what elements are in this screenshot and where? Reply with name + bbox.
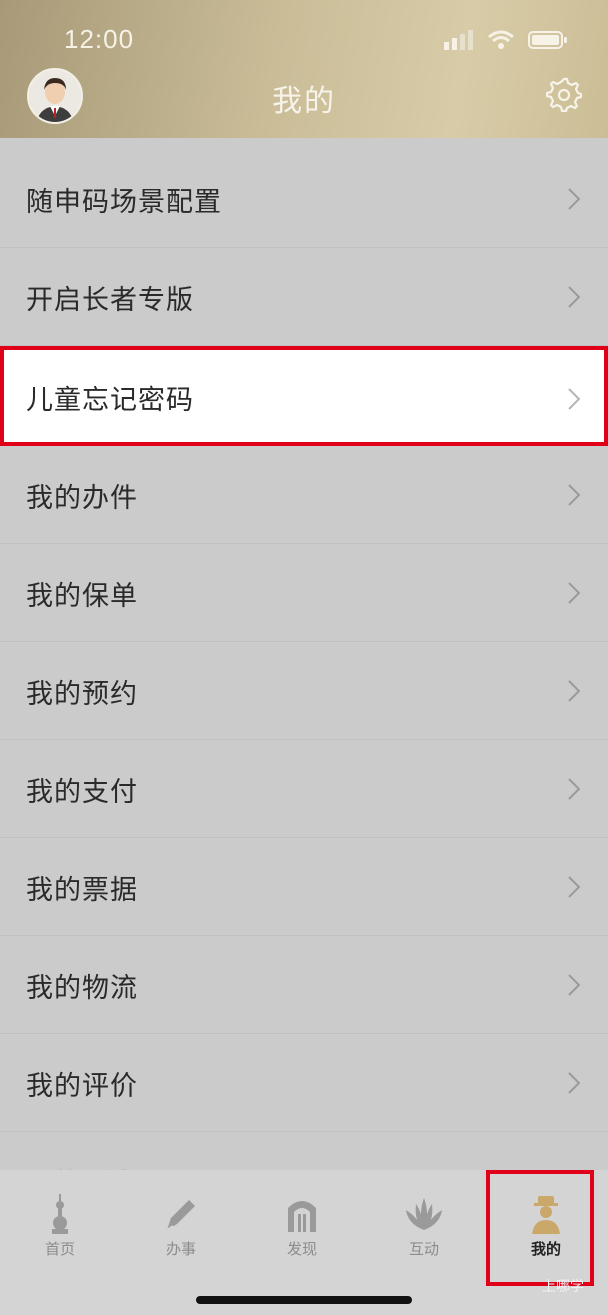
home-indicator xyxy=(196,1296,412,1304)
chevron-right-icon xyxy=(568,1072,580,1094)
tab-label: 办事 xyxy=(165,1240,196,1258)
tab-label: 发现 xyxy=(286,1240,317,1258)
chevron-right-icon xyxy=(568,188,580,210)
app-header: 12:00 我的 xyxy=(0,0,608,138)
menu-item-elder-mode[interactable]: 开启长者专版 xyxy=(0,248,608,346)
page-title: 我的 xyxy=(272,84,336,119)
menu-item-label: 我的物流 xyxy=(26,973,138,1004)
menu-item-child-forgot-password[interactable]: 儿童忘记密码 xyxy=(0,346,608,446)
menu-item-label: 我的办件 xyxy=(26,483,138,514)
watermark: 上哪学 xyxy=(542,1279,584,1295)
menu-item-label: 我的评价 xyxy=(26,1071,138,1102)
menu-list: 随申码场景配置 开启长者专版 儿童忘记密码 我的办件 我的保单 我的预约 我的支… xyxy=(0,150,608,1230)
chevron-right-icon xyxy=(568,484,580,506)
tab-label: 互动 xyxy=(408,1240,439,1258)
tab-interact[interactable]: 互动 xyxy=(374,1194,474,1259)
tab-discover[interactable]: 发现 xyxy=(252,1194,352,1259)
menu-item-my-affairs[interactable]: 我的办件 xyxy=(0,446,608,544)
bottom-tab-bar: 首页 办事 发现 互动 我的 xyxy=(0,1170,608,1315)
status-time: 12:00 xyxy=(64,24,135,54)
menu-item-my-policies[interactable]: 我的保单 xyxy=(0,544,608,642)
battery-icon xyxy=(528,31,567,49)
menu-item-label: 儿童忘记密码 xyxy=(26,385,194,416)
tower-icon xyxy=(52,1194,68,1234)
magnolia-icon xyxy=(406,1198,442,1230)
menu-item-my-reviews[interactable]: 我的评价 xyxy=(0,1034,608,1132)
arch-icon xyxy=(288,1201,316,1232)
chevron-right-icon xyxy=(568,680,580,702)
settings-gear-icon[interactable] xyxy=(546,76,582,112)
chevron-right-icon xyxy=(568,778,580,800)
menu-item-my-logistics[interactable]: 我的物流 xyxy=(0,936,608,1034)
menu-item-label: 我的预约 xyxy=(26,679,138,710)
menu-item-my-receipts[interactable]: 我的票据 xyxy=(0,838,608,936)
chevron-right-icon xyxy=(568,388,580,410)
chevron-right-icon xyxy=(568,286,580,308)
menu-item-scene-config[interactable]: 随申码场景配置 xyxy=(0,150,608,248)
menu-item-label: 我的保单 xyxy=(26,581,138,612)
menu-item-my-appointments[interactable]: 我的预约 xyxy=(0,642,608,740)
menu-item-label: 随申码场景配置 xyxy=(26,187,222,218)
menu-item-label: 开启长者专版 xyxy=(26,285,194,316)
chevron-right-icon xyxy=(568,974,580,996)
tab-label: 首页 xyxy=(44,1240,75,1258)
menu-item-label: 我的支付 xyxy=(26,777,138,808)
menu-item-label: 我的票据 xyxy=(26,875,138,906)
menu-item-my-payments[interactable]: 我的支付 xyxy=(0,740,608,838)
signal-icon xyxy=(444,30,473,50)
chevron-right-icon xyxy=(568,582,580,604)
wifi-icon xyxy=(488,30,514,49)
chevron-right-icon xyxy=(568,876,580,898)
status-icons xyxy=(444,30,568,50)
tab-highlight-box xyxy=(486,1170,594,1286)
tab-services[interactable]: 办事 xyxy=(131,1194,231,1259)
tab-home[interactable]: 首页 xyxy=(10,1194,110,1259)
pen-icon xyxy=(166,1200,195,1231)
